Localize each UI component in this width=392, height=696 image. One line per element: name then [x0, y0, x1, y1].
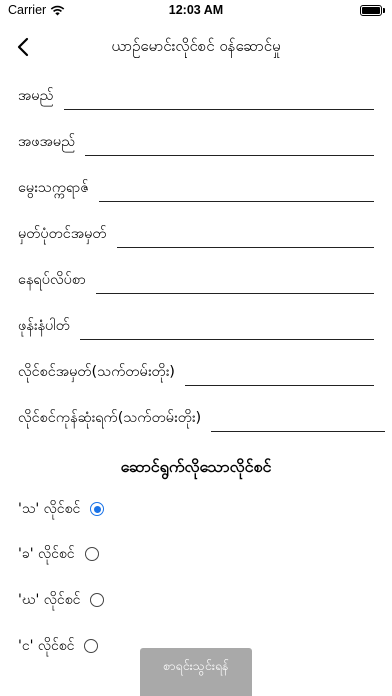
- license-option-label: 'င' လိုင်စင်: [18, 637, 75, 654]
- field-birth-date: မွေးသက္ကရာဇ်: [18, 172, 374, 202]
- nav-bar: ယာဉ်မောင်းလိုင်စင် ဝန်ဆောင်မှု: [0, 28, 392, 66]
- license-option-radio[interactable]: [90, 593, 105, 607]
- field-phone: ဖုန်းနံပါတ်: [18, 310, 374, 340]
- status-time: 12:03 AM: [168, 3, 224, 17]
- license-option: 'ခ' လိုင်စင်: [18, 542, 99, 566]
- field-label: မှတ်ပုံတင်အမှတ်: [18, 226, 107, 242]
- name-input[interactable]: [63, 87, 374, 110]
- field-license-number: လိုင်စင်အမှတ်(သက်တမ်းတိုး): [18, 356, 374, 386]
- back-button[interactable]: [10, 32, 36, 62]
- submit-button[interactable]: စာရင်းသွင်းရန်: [140, 648, 252, 696]
- license-expiry-input[interactable]: [211, 409, 386, 432]
- field-label: အဖအမည်: [18, 134, 76, 150]
- birth-date-input[interactable]: [98, 179, 374, 202]
- license-option-label: 'ဃ' လိုင်စင်: [18, 591, 81, 608]
- phone-input[interactable]: [79, 317, 374, 340]
- field-father-name: အဖအမည်: [18, 126, 374, 156]
- field-address: နေရပ်လိပ်စာ: [18, 264, 374, 294]
- license-number-input[interactable]: [184, 363, 374, 386]
- battery-icon: [360, 5, 382, 16]
- license-section-title: ဆောင်ရွက်လိုသောလိုင်စင်: [120, 457, 272, 476]
- father-name-input[interactable]: [85, 133, 374, 156]
- field-license-expiry: လိုင်စင်ကုန်ဆုံးရက်(သက်တမ်းတိုး): [18, 402, 386, 432]
- field-label: လိုင်စင်အမှတ်(သက်တမ်းတိုး): [18, 364, 175, 380]
- license-option-radio[interactable]: [84, 639, 99, 653]
- field-label: လိုင်စင်ကုန်ဆုံးရက်(သက်တမ်းတိုး): [18, 410, 202, 426]
- field-label: မွေးသက္ကရာဇ်: [18, 180, 89, 196]
- license-option: 'ဃ' လိုင်စင်: [18, 588, 105, 612]
- field-name: အမည်: [18, 80, 374, 110]
- address-input[interactable]: [95, 271, 374, 294]
- license-option-label: 'ခ' လိုင်စင်: [18, 545, 75, 562]
- license-option-radio[interactable]: [84, 547, 99, 561]
- license-option: 'င' လိုင်စင်: [18, 634, 99, 658]
- status-bar: Carrier 12:03 AM: [0, 0, 392, 22]
- license-option-radio[interactable]: [90, 502, 105, 516]
- field-nrc-number: မှတ်ပုံတင်အမှတ်: [18, 218, 374, 248]
- field-label: အမည်: [18, 88, 54, 104]
- field-label: ဖုန်းနံပါတ်: [18, 318, 70, 334]
- battery-tip: [383, 8, 385, 13]
- field-label: နေရပ်လိပ်စာ: [18, 272, 86, 288]
- license-option-label: 'သ' လိုင်စင်: [18, 500, 81, 517]
- nrc-number-input[interactable]: [116, 225, 374, 248]
- chevron-left-icon: [17, 37, 29, 57]
- license-option: 'သ' လိုင်စင်: [18, 497, 105, 521]
- page-title: ယာဉ်မောင်းလိုင်စင် ဝန်ဆောင်မှု: [111, 37, 281, 55]
